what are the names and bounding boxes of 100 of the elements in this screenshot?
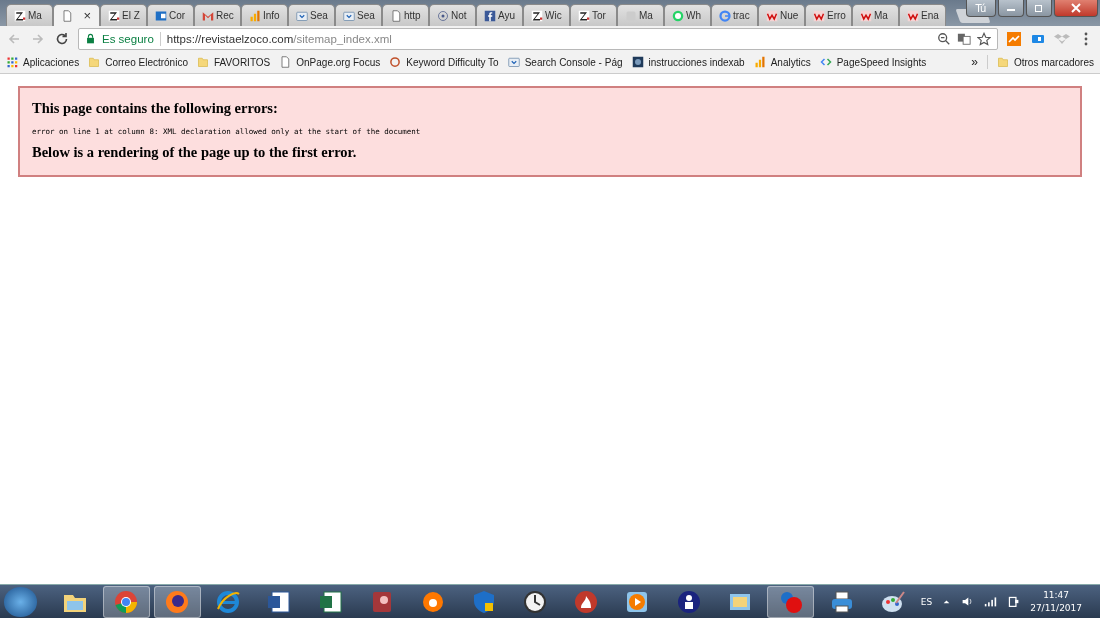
- star-icon[interactable]: [977, 31, 991, 46]
- document-icon: [279, 56, 292, 68]
- browser-tab[interactable]: Rec: [194, 4, 241, 26]
- browser-tab[interactable]: Ma: [617, 4, 664, 26]
- tab-title: Ma: [28, 10, 42, 21]
- browser-icon: [215, 588, 242, 615]
- clock-icon: [522, 588, 549, 615]
- tab-title: Nue: [780, 10, 799, 21]
- code-icon: [819, 56, 832, 68]
- browser-tab[interactable]: Tor: [570, 4, 617, 26]
- logo-icon: [14, 9, 26, 22]
- close-button[interactable]: [1054, 0, 1098, 17]
- browser-tab[interactable]: Wic: [523, 4, 570, 26]
- logo-icon: [907, 9, 919, 22]
- browser-tab[interactable]: Ma: [6, 4, 53, 26]
- signal-icon[interactable]: [984, 595, 998, 608]
- bookmark[interactable]: Search Console - Pág: [507, 56, 623, 68]
- bookmark[interactable]: Aplicaciones: [6, 56, 80, 68]
- logo-icon: [108, 9, 120, 22]
- bookmark[interactable]: PageSpeed Insights: [819, 56, 927, 68]
- feed-icon: [437, 9, 449, 22]
- browser-tab[interactable]: Not: [429, 4, 476, 26]
- browser-tab[interactable]: trac: [711, 4, 758, 26]
- address-bar[interactable]: Es seguro https://revistaelzoco.com/sitemap_index.xml: [78, 27, 998, 50]
- google-icon: [719, 9, 731, 22]
- browser-tab[interactable]: http: [382, 4, 429, 26]
- caret-icon[interactable]: [942, 597, 952, 606]
- zoom-out-icon[interactable]: [937, 31, 951, 46]
- console-icon: [343, 9, 355, 22]
- ring-icon: [389, 56, 402, 68]
- restore-button[interactable]: [1026, 0, 1052, 17]
- logo-icon: [860, 9, 872, 22]
- browser-tab[interactable]: ×: [53, 4, 100, 26]
- browser-tab[interactable]: Info: [241, 4, 288, 26]
- browser-tab[interactable]: Ena: [899, 4, 946, 26]
- folder-icon: [996, 56, 1009, 68]
- browser-icon: [113, 588, 140, 615]
- browser-tab[interactable]: Sea: [288, 4, 335, 26]
- browser-tab[interactable]: Cor: [147, 4, 194, 26]
- browser-tab[interactable]: Nue: [758, 4, 805, 26]
- browser-tab[interactable]: Ayu: [476, 4, 523, 26]
- tab-title: Erro: [827, 10, 846, 21]
- facebook-icon: [484, 9, 496, 22]
- apps-icon: [6, 56, 18, 68]
- logo-icon: [578, 9, 590, 22]
- bookmark[interactable]: Analytics: [753, 56, 811, 68]
- bookmark[interactable]: OnPage.org Focus: [279, 56, 381, 68]
- tab-title: Sea: [310, 10, 328, 21]
- error-note: Below is a rendering of the page up to the first error.: [32, 144, 358, 161]
- translate-icon[interactable]: [957, 31, 971, 46]
- tab-title: trac: [733, 10, 750, 21]
- taskbar-app[interactable]: [153, 585, 201, 618]
- spreadsheet-icon: [317, 588, 344, 615]
- tab-title: Ayu: [498, 10, 516, 21]
- photo-icon: [631, 56, 644, 68]
- tab-title: Not: [451, 10, 467, 21]
- browser-tab[interactable]: El Z: [100, 4, 147, 26]
- console-icon: [507, 56, 520, 68]
- tab-title: Ma: [874, 10, 888, 21]
- bar-chart-icon: [753, 56, 766, 68]
- bookmark[interactable]: Correo Electrónico: [88, 56, 188, 68]
- document-icon: [266, 588, 293, 615]
- tab-title: Info: [263, 10, 280, 21]
- console-icon: [296, 9, 308, 22]
- close-icon[interactable]: ×: [83, 8, 91, 23]
- reload-icon[interactable]: [54, 30, 70, 47]
- tab-title: El Z: [122, 10, 140, 21]
- folder-icon: [196, 56, 209, 68]
- tab-title: Ena: [921, 10, 939, 21]
- bookmark[interactable]: Keyword Difficulty To: [389, 56, 499, 68]
- minimize-button[interactable]: [998, 0, 1024, 17]
- browser-tab[interactable]: Sea: [335, 4, 382, 26]
- browser-tab[interactable]: Ma: [852, 4, 899, 26]
- tab-title: Rec: [216, 10, 234, 21]
- user-icon: [675, 588, 702, 615]
- tab-title: Ma: [639, 10, 653, 21]
- logo-icon: [766, 9, 778, 22]
- close-icon: [1071, 3, 1081, 13]
- logo-icon: [813, 9, 825, 22]
- lock-icon: [85, 33, 96, 44]
- document-icon: [390, 9, 402, 22]
- more-bookmarks-button[interactable]: »: [971, 55, 978, 69]
- bookmark[interactable]: instrucciones indexab: [631, 56, 745, 68]
- url-text: https://revistaelzoco.com/sitemap_index.xml: [166, 32, 393, 45]
- bookmark[interactable]: Otros marcadores: [996, 56, 1094, 68]
- tab-title: Wh: [686, 10, 701, 21]
- clock[interactable]: 11:47 27/11/2017: [1030, 588, 1083, 615]
- bar-chart-icon: [249, 9, 261, 22]
- language-indicator[interactable]: ES: [920, 596, 933, 607]
- tab-title: Tor: [592, 10, 606, 21]
- browser-tab[interactable]: Erro: [805, 4, 852, 26]
- tab-title: Sea: [357, 10, 375, 21]
- bookmark[interactable]: FAVORITOS: [196, 56, 271, 68]
- tab-title: Wic: [545, 10, 562, 21]
- document-icon: [61, 9, 73, 22]
- tab-title: Cor: [169, 10, 186, 21]
- start-button[interactable]: [4, 586, 38, 617]
- mail-icon: [155, 9, 167, 22]
- chart-icon[interactable]: [1006, 30, 1022, 47]
- browser-tab[interactable]: Wh: [664, 4, 711, 26]
